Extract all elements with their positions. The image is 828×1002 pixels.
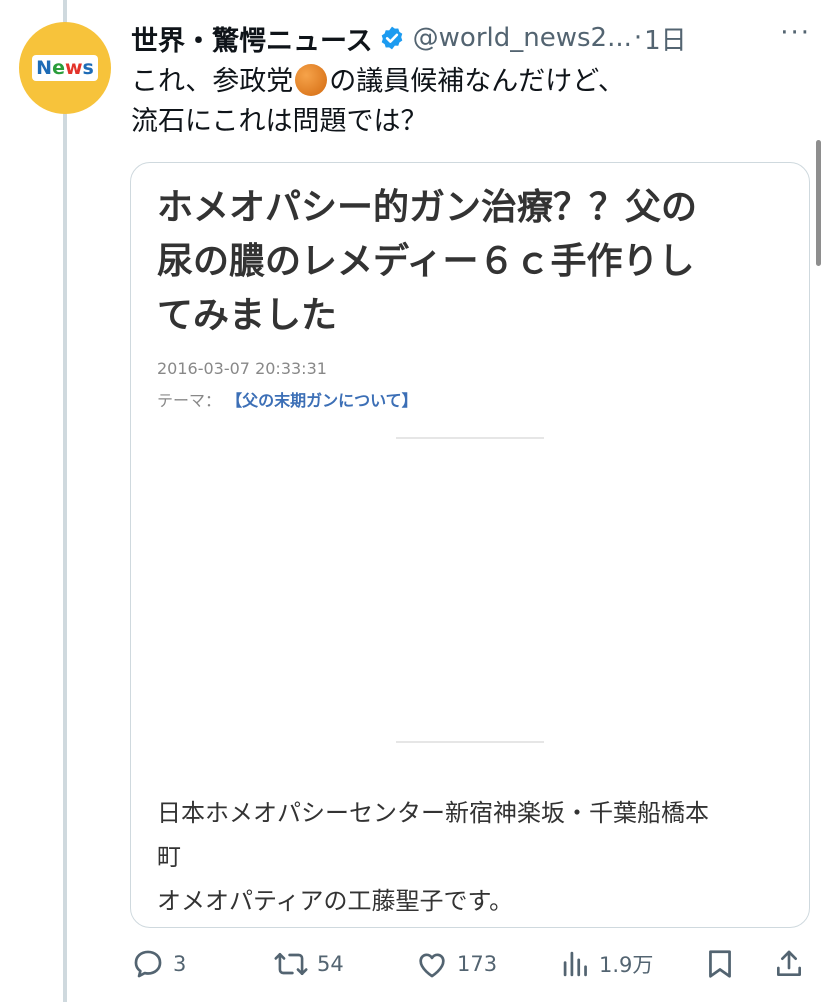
retweet-button[interactable]: 54 [273,944,344,984]
action-bar: 3 54 173 1.9万 [131,944,811,984]
author-name[interactable]: 世界・驚愕ニュース [131,19,373,58]
more-options-icon[interactable]: ··· [780,18,811,48]
reply-button[interactable]: 3 [131,944,186,984]
like-count: 173 [457,952,498,976]
quoted-article-card[interactable]: ホメオパシー的ガン治療？？父の 尿の膿のレメディー６ｃ手作りし てみました 20… [130,162,810,928]
views-count: 1.9万 [599,953,654,977]
timestamp[interactable]: 1日 [644,20,687,57]
views-icon [563,951,587,977]
tweet-text-line1a: これ、参政党 [131,66,294,97]
avatar[interactable]: News [19,22,111,114]
separator-dot: · [633,23,643,53]
reply-icon [134,950,162,978]
verified-badge-icon [379,25,405,51]
orange-circle-emoji [295,64,328,96]
tweet-header: 世界・驚愕ニュース @world_news2... · 1日 ··· [131,16,811,60]
bookmark-button[interactable] [705,944,735,984]
bookmark-icon [709,950,731,978]
tweet-text-line1b: の議員候補なんだけど、 [329,66,625,97]
article-theme: テーマ： 【父の末期ガンについて】 [157,387,418,411]
retweet-icon [274,952,308,976]
thread-line [63,0,67,1002]
tweet-text-line2: 流石にこれは問題では？ [131,106,428,137]
divider-bottom [396,741,544,743]
theme-label: テーマ： [157,391,222,410]
scrollbar[interactable] [816,140,821,266]
author-handle[interactable]: @world_news2... [413,23,632,53]
like-icon [419,953,445,978]
article-body: 日本ホメオパシーセンター新宿神楽坂・千葉船橋本 町 オメオパティアの工藤聖子です… [157,799,709,915]
like-button[interactable]: 173 [415,944,497,984]
share-button[interactable] [773,944,805,984]
share-icon [777,950,801,976]
views-button[interactable]: 1.9万 [561,944,653,984]
tweet-text: これ、参政党 の議員候補なんだけど、 流石にこれは問題では？ [131,62,801,142]
retweet-count: 54 [317,952,344,976]
avatar-logo: News [32,55,98,81]
reply-count: 3 [173,952,187,976]
article-date: 2016-03-07 20:33:31 [157,359,327,378]
theme-link[interactable]: 【父の末期ガンについて】 [226,391,418,410]
article-title: ホメオパシー的ガン治療？？父の 尿の膿のレメディー６ｃ手作りし てみました [157,187,698,336]
divider-top [396,437,544,439]
